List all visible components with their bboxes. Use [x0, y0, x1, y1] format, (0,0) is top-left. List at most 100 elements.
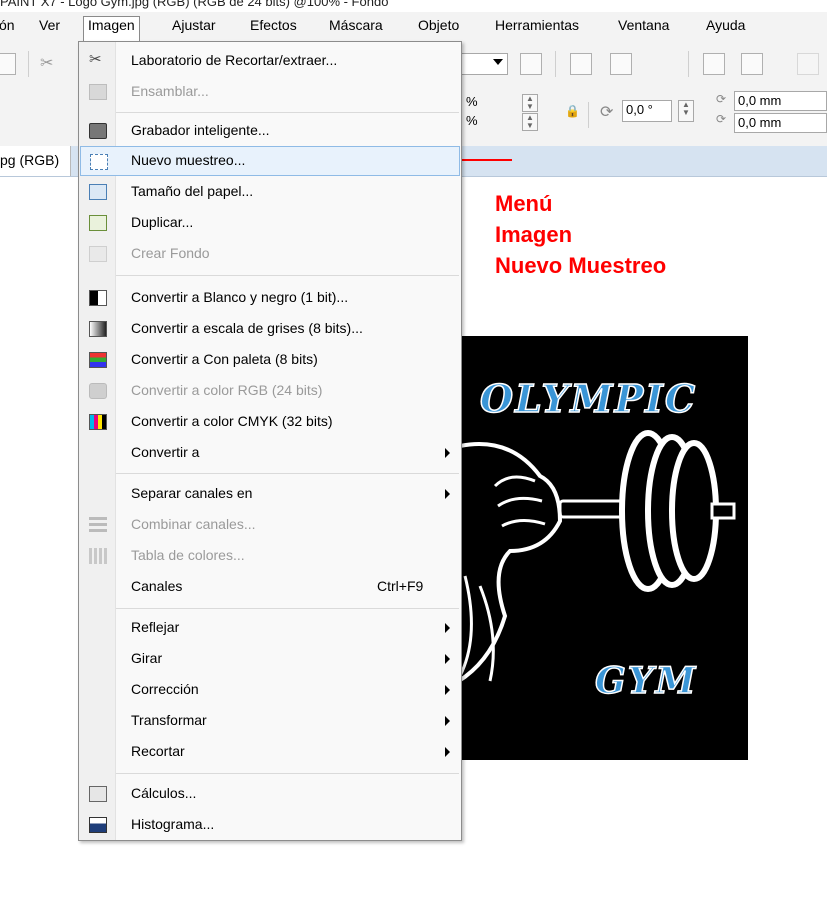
mask-marquee-icon[interactable]: [703, 53, 725, 75]
menu-item-label: Combinar canales...: [131, 516, 256, 532]
menu-item-laboratorio-recortar[interactable]: ✂ Laboratorio de Recortar/extraer...: [80, 46, 460, 76]
size-field-2[interactable]: 0,0 mm: [734, 113, 827, 133]
submenu-arrow-icon: [445, 654, 450, 664]
scale-percent-label-2: %: [466, 113, 478, 128]
ruler-icon[interactable]: [570, 53, 592, 75]
menu-item-convertir-a[interactable]: Convertir a: [80, 438, 460, 468]
grayscale-icon: [89, 321, 107, 337]
menu-objeto[interactable]: Objeto: [418, 17, 459, 33]
angle-spinner[interactable]: ▲ ▼: [678, 100, 694, 122]
histogram-icon: [89, 817, 107, 833]
menu-bar: ón Ver Imagen Ajustar Efectos Máscara Ob…: [0, 12, 827, 43]
snap-icon[interactable]: [797, 53, 819, 75]
menu-item-separar-canales[interactable]: Separar canales en: [80, 479, 460, 509]
menu-imagen[interactable]: Imagen: [83, 16, 140, 43]
menu-efectos[interactable]: Efectos: [250, 17, 297, 33]
menu-item-label: Tabla de colores...: [131, 547, 245, 563]
menu-item-label: Convertir a Con paleta (8 bits): [131, 351, 318, 367]
menu-item-calculos[interactable]: Cálculos...: [80, 779, 460, 809]
offset-x-icon: ⟳: [716, 92, 727, 106]
menu-separator: [116, 473, 459, 474]
menu-separator: [116, 773, 459, 774]
annotation-line-1: Menú: [495, 191, 553, 216]
menu-item-label: Convertir a: [131, 444, 200, 460]
menu-item-color-rgb[interactable]: Convertir a color RGB (24 bits): [80, 376, 460, 406]
menu-ayuda[interactable]: Ayuda: [706, 17, 745, 33]
menu-item-label: Convertir a color CMYK (32 bits): [131, 413, 333, 429]
canvas-image: OLYMPIC GYM: [450, 336, 748, 760]
angle-field[interactable]: 0,0 °: [622, 100, 672, 122]
menu-item-label: Canales: [131, 578, 183, 594]
menu-item-label: Laboratorio de Recortar/extraer...: [131, 52, 338, 68]
feather-icon[interactable]: [650, 53, 672, 75]
camera-icon: [89, 123, 107, 139]
cut-icon[interactable]: ✂: [40, 53, 62, 75]
menu-item-tabla-colores[interactable]: Tabla de colores...: [80, 541, 460, 571]
lock-ratio-icon[interactable]: 🔒: [565, 104, 580, 118]
mask-overlay-icon[interactable]: [741, 53, 763, 75]
document-tab[interactable]: pg (RGB): [0, 146, 71, 176]
menu-item-tamano-papel[interactable]: Tamaño del papel...: [80, 177, 460, 207]
menu-ajustar[interactable]: Ajustar: [172, 17, 216, 33]
submenu-arrow-icon: [445, 716, 450, 726]
menu-item-recortar[interactable]: Recortar: [80, 737, 460, 767]
menu-herramientas[interactable]: Herramientas: [495, 17, 579, 33]
menu-item-label: Grabador inteligente...: [131, 122, 270, 138]
menu-item-grabador-inteligente[interactable]: Grabador inteligente...: [80, 116, 460, 146]
menu-item-label: Duplicar...: [131, 214, 194, 230]
menu-ver[interactable]: Ver: [39, 17, 60, 33]
transform-icon[interactable]: [0, 104, 16, 126]
stitch-icon: [89, 84, 107, 100]
toolbar-divider: [555, 51, 556, 77]
logo-title: OLYMPIC: [479, 375, 698, 422]
paper-size-icon: [89, 184, 107, 200]
menu-item-histograma[interactable]: Histograma...: [80, 810, 460, 840]
menu-item-label: Tamaño del papel...: [131, 183, 254, 199]
grid-toggle-icon[interactable]: [520, 53, 542, 75]
submenu-arrow-icon: [445, 489, 450, 499]
menu-item-color-cmyk[interactable]: Convertir a color CMYK (32 bits): [80, 407, 460, 437]
menu-ventana[interactable]: Ventana: [618, 17, 669, 33]
menu-item-girar[interactable]: Girar: [80, 644, 460, 674]
menu-item-canales[interactable]: Canales Ctrl+F9: [80, 572, 460, 602]
menu-item-nuevo-muestreo[interactable]: Nuevo muestreo...: [80, 146, 460, 176]
zoom-combo[interactable]: [462, 53, 508, 75]
menu-item-ensamblar[interactable]: Ensamblar...: [80, 77, 460, 107]
cmyk-icon: [89, 414, 107, 430]
menu-item-shortcut: Ctrl+F9: [377, 578, 424, 594]
logo-subtitle: GYM: [594, 659, 698, 703]
menu-item-label: Ensamblar...: [131, 83, 209, 99]
menu-separator: [116, 275, 459, 276]
menu-item-crear-fondo[interactable]: Crear Fondo: [80, 239, 460, 269]
scale-spinner-1[interactable]: ▲ ▼: [522, 94, 538, 112]
chevron-down-icon: [493, 59, 503, 65]
scale-icon[interactable]: [30, 104, 52, 126]
background-icon: [89, 246, 107, 262]
toolbar-divider: [588, 102, 589, 128]
menu-item-combinar-canales[interactable]: Combinar canales...: [80, 510, 460, 540]
window-title: PAINT X7 - Logo Gym.jpg (RGB) (RGB de 24…: [0, 0, 389, 9]
print-icon[interactable]: [0, 53, 16, 75]
menu-item-escala-grises[interactable]: Convertir a escala de grises (8 bits)...: [80, 314, 460, 344]
menu-item-duplicar[interactable]: Duplicar...: [80, 208, 460, 238]
submenu-arrow-icon: [445, 685, 450, 695]
guidelines-icon[interactable]: [610, 53, 632, 75]
menu-item-transformar[interactable]: Transformar: [80, 706, 460, 736]
menu-item-correccion[interactable]: Corrección: [80, 675, 460, 705]
toolbar-divider: [688, 51, 689, 77]
calculator-icon: [89, 786, 107, 802]
menu-separator: [116, 608, 459, 609]
scale-spinner-2[interactable]: ▲ ▼: [522, 113, 538, 131]
menu-item-con-paleta[interactable]: Convertir a Con paleta (8 bits): [80, 345, 460, 375]
size-field-1[interactable]: 0,0 mm: [734, 91, 827, 111]
scissors-icon: ✂: [89, 51, 102, 68]
rgb-icon: [89, 383, 107, 399]
menu-item-reflejar[interactable]: Reflejar: [80, 613, 460, 643]
menu-item-label: Nuevo muestreo...: [131, 152, 246, 168]
menu-item-label: Convertir a Blanco y negro (1 bit)...: [131, 289, 349, 305]
menu-item-blanco-negro[interactable]: Convertir a Blanco y negro (1 bit)...: [80, 283, 460, 313]
menu-edit-partial[interactable]: ón: [0, 17, 15, 33]
menu-item-label: Corrección: [131, 681, 199, 697]
scale-percent-label-1: %: [466, 94, 478, 109]
menu-mascara[interactable]: Máscara: [329, 17, 383, 33]
